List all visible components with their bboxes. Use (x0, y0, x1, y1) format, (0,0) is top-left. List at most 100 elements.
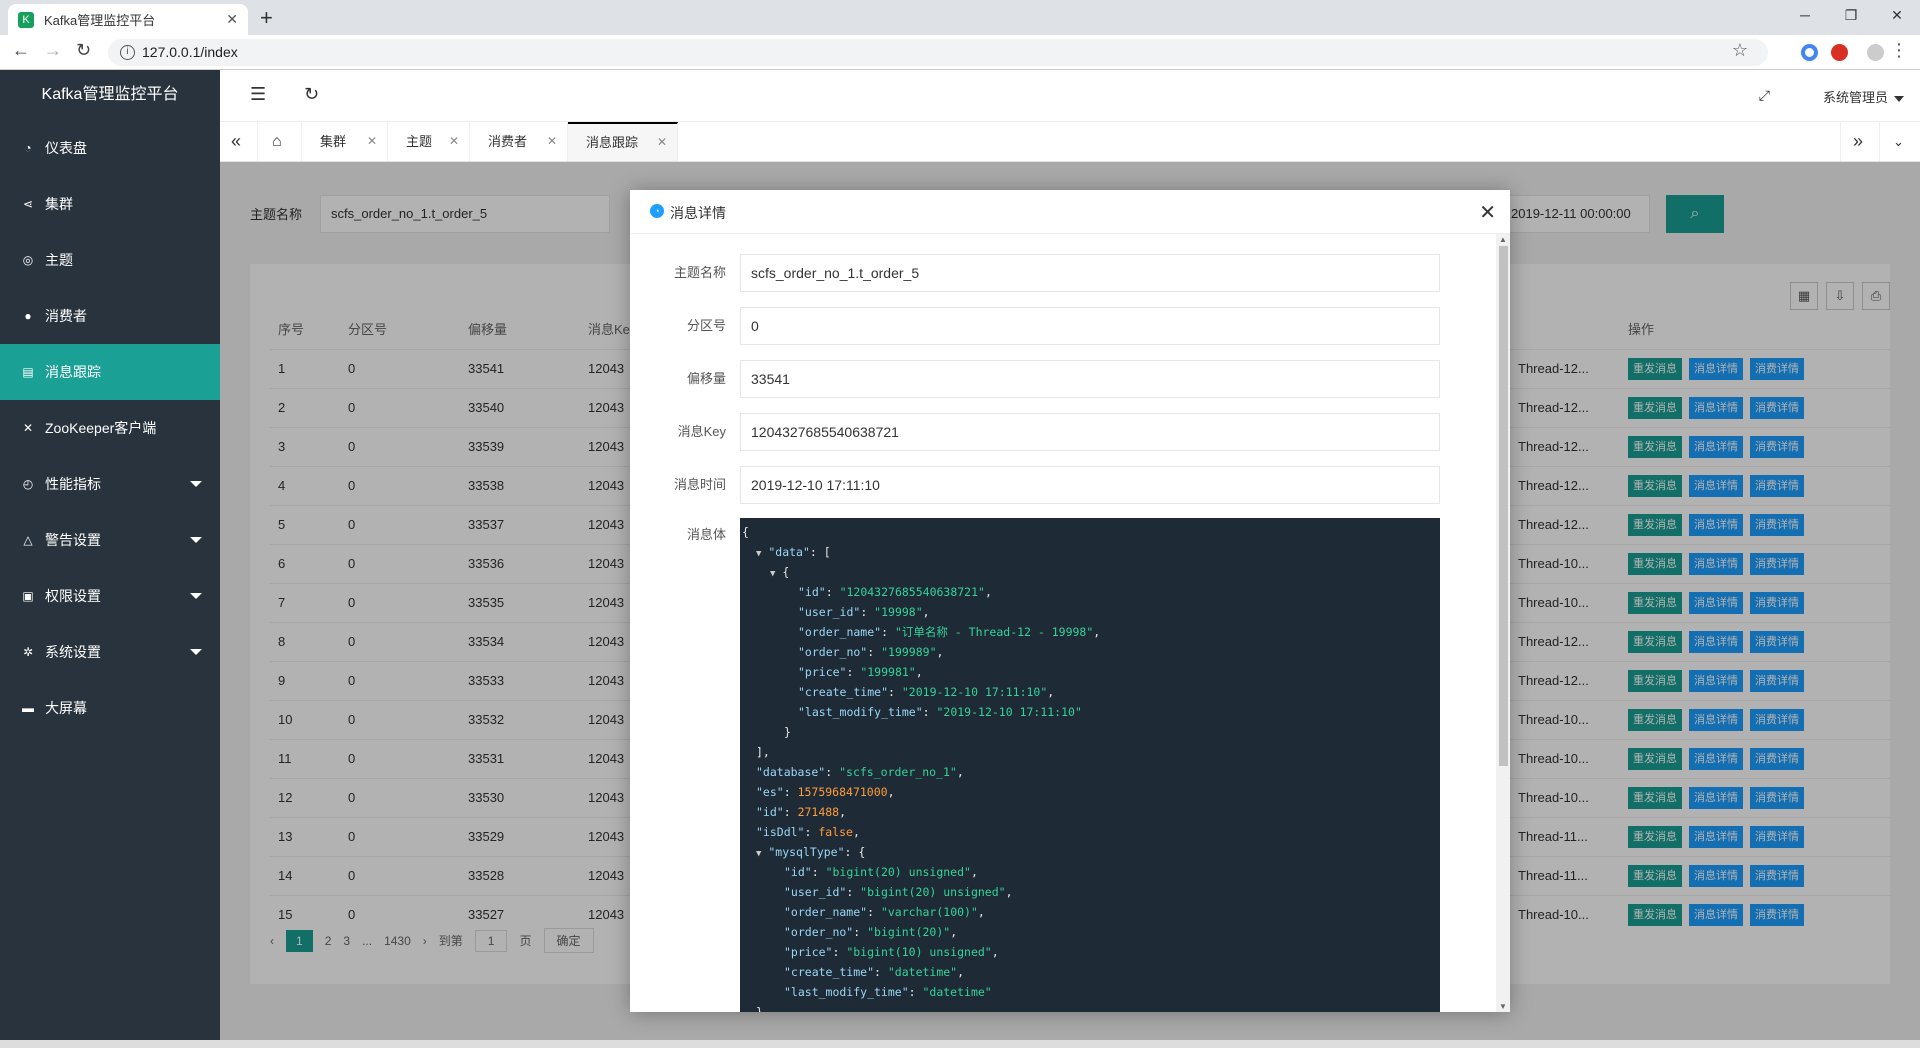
sidebar-item-system[interactable]: ✲ 系统设置 (0, 624, 220, 680)
json-line: "database": "scfs_order_no_1", (742, 762, 1440, 782)
minimize-icon[interactable]: ─ (1782, 0, 1828, 30)
json-token: : (804, 825, 819, 839)
json-token: : [ (809, 545, 831, 559)
modal-scrollbar[interactable]: ▲ ▼ (1496, 234, 1510, 1012)
sidebar-item-label: 集群 (45, 196, 73, 212)
json-token: : (853, 925, 868, 939)
sidebar-item-zookeeper[interactable]: ✕ ZooKeeper客户端 (0, 400, 220, 456)
browser-tab[interactable]: K Kafka管理监控平台 ✕ (8, 4, 248, 35)
close-icon[interactable]: ✕ (449, 122, 459, 161)
json-viewer[interactable]: {▼ "data": [▼ {"id": "120432768554063872… (740, 518, 1440, 1012)
tabs-scroll-right-icon[interactable]: » (1840, 122, 1880, 161)
json-token: "order_name" (784, 905, 868, 919)
offset-input[interactable]: 33541 (740, 360, 1440, 398)
sidebar-item-label: 性能指标 (45, 476, 101, 492)
tab-consumer[interactable]: 消费者 ✕ (470, 122, 568, 161)
sidebar-item-label: 警告设置 (45, 532, 101, 548)
collapse-triangle-icon[interactable]: ▼ (756, 849, 761, 859)
sidebar-item-label: 消息跟踪 (45, 364, 101, 380)
scrollbar-thumb[interactable] (1499, 246, 1508, 766)
json-token: , (956, 765, 964, 779)
sidebar-item-topic[interactable]: ◎ 主题 (0, 232, 220, 288)
tab-cluster[interactable]: 集群 ✕ (302, 122, 388, 161)
address-toolbar: ← → ↻ i 127.0.0.1/index ☆ ⋮ (0, 35, 1920, 70)
sidebar-item-label: 消费者 (45, 308, 87, 324)
close-icon[interactable]: ✕ (1479, 200, 1496, 225)
bookmark-star-icon[interactable]: ☆ (1732, 40, 1748, 61)
tabs-dropdown-icon[interactable]: ⌄ (1880, 122, 1920, 161)
new-tab-button[interactable]: + (260, 4, 273, 32)
document-icon: ▤ (22, 365, 34, 379)
json-token: : { (844, 845, 866, 859)
json-token: "order_no" (798, 645, 868, 659)
expand-caret-icon (190, 649, 202, 655)
json-token: : (811, 865, 826, 879)
brand-title: Kafka管理监控平台 (41, 86, 179, 103)
json-token: , (950, 925, 958, 939)
message-time-input[interactable]: 2019-12-10 17:11:10 (740, 466, 1440, 504)
lock-icon: ▣ (22, 589, 34, 603)
json-token: "scfs_order_no_1" (839, 765, 957, 779)
sidebar-item-dashboard[interactable]: ◔ 仪表盘 (0, 120, 220, 176)
sidebar-item-bigscreen[interactable]: ▬ 大屏幕 (0, 680, 220, 736)
json-line: "create_time": "2019-12-10 17:11:10", (742, 682, 1440, 702)
opera-extension-icon[interactable] (1831, 44, 1848, 61)
tabs-scroll-left-icon[interactable]: « (220, 122, 258, 161)
window-close-icon[interactable]: ✕ (1874, 0, 1920, 30)
forward-icon[interactable]: → (44, 40, 62, 61)
scroll-up-icon[interactable]: ▲ (1499, 235, 1507, 244)
sidebar-item-consumer[interactable]: ● 消费者 (0, 288, 220, 344)
profile-avatar-icon[interactable] (1867, 44, 1884, 61)
modal-body: 主题名称 scfs_order_no_1.t_order_5 分区号 0 偏移量 33… (630, 234, 1510, 1012)
home-tab-icon[interactable]: ⌂ (258, 122, 302, 161)
json-token: "id" (756, 805, 784, 819)
json-token: : (867, 645, 882, 659)
partition-input[interactable]: 0 (740, 307, 1440, 345)
json-token: , (1005, 885, 1013, 899)
tab-topic[interactable]: 主题 ✕ (388, 122, 470, 161)
json-line: "order_name": "订单名称 - Thread-12 - 19998"… (742, 622, 1440, 642)
json-token: "1204327685540638721" (839, 585, 985, 599)
json-token: , (977, 905, 985, 919)
json-line: "order_no": "199989", (742, 642, 1440, 662)
sidebar-item-cluster[interactable]: ⋖ 集群 (0, 176, 220, 232)
browser-menu-icon[interactable]: ⋮ (1890, 40, 1908, 61)
user-menu[interactable]: 系统管理员 (1823, 87, 1904, 106)
close-icon[interactable]: ✕ (367, 122, 377, 161)
reload-icon[interactable]: ↻ (76, 40, 91, 61)
monitor-icon: ▬ (22, 701, 34, 715)
json-token: : (783, 785, 798, 799)
restore-icon[interactable]: ❐ (1828, 0, 1874, 30)
refresh-icon[interactable]: ↻ (304, 84, 319, 105)
message-key-input[interactable]: 1204327685540638721 (740, 413, 1440, 451)
json-token: , (936, 645, 944, 659)
close-icon[interactable]: ✕ (547, 122, 557, 161)
page-horizontal-scrollbar[interactable] (0, 1040, 1920, 1048)
site-info-icon[interactable]: i (120, 45, 135, 60)
tab-message-trace[interactable]: 消息跟踪 ✕ (568, 122, 678, 161)
top-header: ☰ ↻ ⤢ 系统管理员 (220, 70, 1920, 122)
fullscreen-icon[interactable]: ⤢ (1759, 87, 1770, 104)
chrome-extension-icon[interactable] (1801, 44, 1818, 61)
collapse-triangle-icon[interactable]: ▼ (756, 549, 761, 559)
json-token: "199981" (860, 665, 916, 679)
menu-toggle-icon[interactable]: ☰ (250, 84, 266, 105)
sidebar-item-metrics[interactable]: ◴ 性能指标 (0, 456, 220, 512)
sidebar-item-label: 权限设置 (45, 588, 101, 604)
scroll-down-icon[interactable]: ▼ (1499, 1002, 1507, 1011)
sidebar-item-alerts[interactable]: △ 警告设置 (0, 512, 220, 568)
close-icon[interactable]: ✕ (657, 124, 667, 161)
collapse-triangle-icon[interactable]: ▼ (770, 569, 775, 579)
info-icon: ◔ (650, 204, 664, 218)
topic-name-input[interactable]: scfs_order_no_1.t_order_5 (740, 254, 1440, 292)
json-token: , (970, 865, 978, 879)
url-bar[interactable]: i 127.0.0.1/index (108, 39, 1768, 66)
close-tab-icon[interactable]: ✕ (226, 11, 238, 28)
back-icon[interactable]: ← (12, 40, 30, 61)
json-line: { (742, 522, 1440, 542)
json-token: , (991, 945, 999, 959)
url-text: 127.0.0.1/index (142, 44, 238, 60)
field-label: 偏移量 (686, 371, 726, 386)
sidebar-item-permissions[interactable]: ▣ 权限设置 (0, 568, 220, 624)
sidebar-item-message-trace[interactable]: ▤ 消息跟踪 (0, 344, 220, 400)
